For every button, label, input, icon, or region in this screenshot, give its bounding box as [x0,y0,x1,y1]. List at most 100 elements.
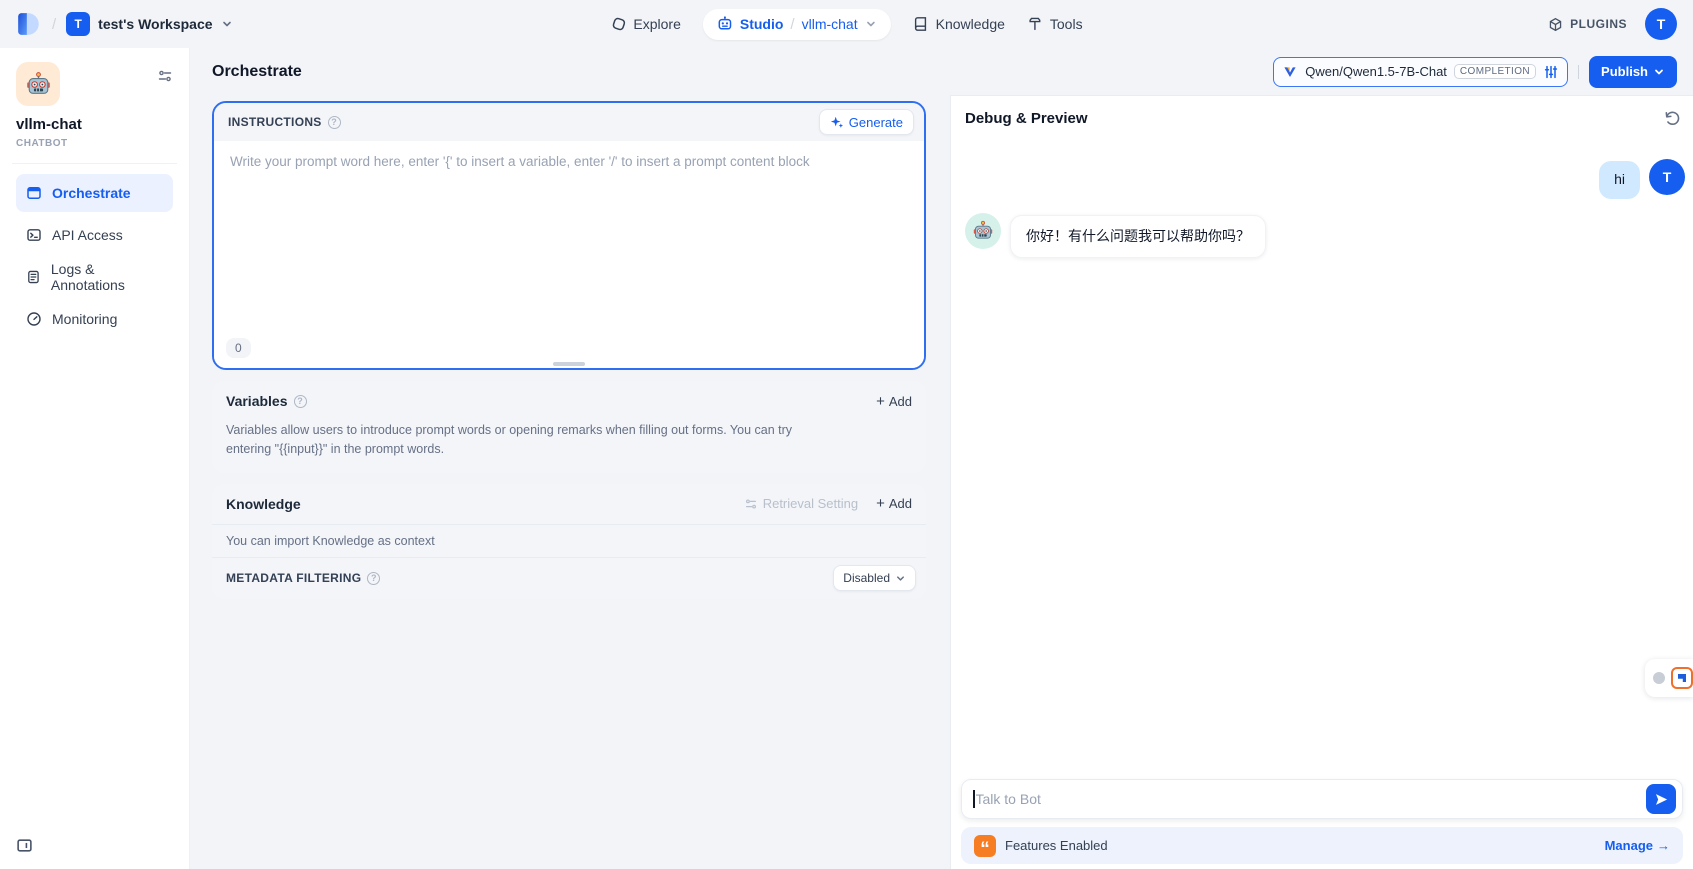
variables-card: Variables ? + Add Variables allow users … [212,381,926,473]
resize-handle[interactable] [553,362,585,366]
features-bar: “ Features Enabled Manage → [961,827,1683,864]
chat-input-box [961,779,1683,819]
tab-studio-label: Studio [740,16,784,32]
sliders-icon [157,68,173,84]
debug-title: Debug & Preview [965,110,1088,127]
sidebar-top [16,62,173,106]
debug-footer: “ Features Enabled Manage → [951,779,1693,869]
tab-studio[interactable]: Studio / vllm-chat [703,9,891,40]
instructions-card: INSTRUCTIONS ? Generate Wr [212,101,926,370]
metadata-title-row: METADATA FILTERING ? [226,571,380,585]
top-nav: / T test's Workspace Explore Studio [0,0,1693,48]
user-chat-avatar: T [1649,159,1685,195]
tab-tools[interactable]: Tools [1027,16,1083,32]
arrow-right-icon: → [1657,838,1670,853]
char-count-badge: 0 [226,338,251,358]
nav-left: / T test's Workspace [16,11,233,37]
manage-label: Manage [1605,838,1653,853]
header-divider [1578,65,1579,79]
sidebar-item-monitoring[interactable]: Monitoring [16,300,173,338]
chevron-down-icon [1653,66,1665,78]
plugins-button[interactable]: PLUGINS [1548,17,1627,32]
sidebar-item-label: API Access [52,227,123,243]
sidebar-item-api-access[interactable]: API Access [16,216,173,254]
add-knowledge-button[interactable]: + Add [876,496,912,511]
model-mode-badge: COMPLETION [1454,64,1536,79]
collapse-sidebar-button[interactable] [16,837,33,859]
help-icon[interactable]: ? [294,395,307,408]
widget-dot-icon [1653,672,1665,684]
metadata-filtering-row: METADATA FILTERING ? Disabled [212,557,926,599]
debug-header: Debug & Preview [951,96,1693,133]
model-name: Qwen/Qwen1.5-7B-Chat [1305,64,1447,79]
sidebar-app-type: CHATBOT [16,138,173,149]
sidebar-item-orchestrate[interactable]: Orchestrate [16,174,173,212]
breadcrumb-slash: / [52,16,56,33]
add-variable-button[interactable]: + Add [876,394,912,409]
variables-description: Variables allow users to introduce promp… [212,421,852,473]
tab-explore[interactable]: Explore [610,16,680,32]
sidebar-item-logs-annotations[interactable]: Logs & Annotations [16,258,173,296]
metadata-filtering-title: METADATA FILTERING [226,571,361,585]
terminal-icon [26,227,42,243]
debug-preview-panel: Debug & Preview hi T [950,95,1693,869]
retrieval-setting-button[interactable]: Retrieval Setting [744,496,858,511]
sidebar-nav: Orchestrate API Access Logs & Annotation… [16,174,173,338]
chat-message-user: hi T [951,133,1693,199]
workspace-avatar: T [66,12,90,36]
tab-tools-label: Tools [1050,16,1083,32]
help-icon[interactable]: ? [328,116,341,129]
variables-title-row: Variables ? [226,393,307,409]
studio-slash: / [790,16,794,33]
instructions-editor[interactable]: Write your prompt word here, enter '{' t… [214,141,924,368]
restart-conversation-button[interactable] [1664,110,1681,127]
plugins-cube-icon [1548,17,1563,32]
knowledge-card: Knowledge Retrieval Setting [212,484,926,599]
robot-emoji-icon [972,220,994,242]
generate-button[interactable]: Generate [819,109,914,135]
vllm-logo-icon [1282,64,1298,80]
knowledge-description: You can import Knowledge as context [212,524,926,557]
plus-icon: + [876,496,885,511]
user-message-bubble: hi [1599,161,1640,199]
tab-knowledge[interactable]: Knowledge [913,16,1005,32]
sidebar-app-name: vllm-chat [16,116,173,133]
workspace-selector[interactable]: T test's Workspace [66,12,232,36]
dify-logo[interactable] [16,11,42,37]
chat-area: hi T [951,133,1693,779]
variables-title: Variables [226,393,288,409]
widget-logo-icon [1671,667,1693,689]
bot-message-bubble: 你好！有什么问题我可以帮助你吗？ [1010,215,1266,259]
help-icon[interactable]: ? [367,572,380,585]
orchestrate-icon [26,185,42,201]
instructions-title: INSTRUCTIONS [228,115,322,129]
model-selector[interactable]: Qwen/Qwen1.5-7B-Chat COMPLETION [1273,57,1568,87]
metadata-filtering-select[interactable]: Disabled [833,565,916,591]
floating-widget[interactable] [1645,659,1693,697]
main-area: Orchestrate Qwen/Qwen1.5-7B-Chat COMPLET… [190,48,1693,869]
generate-label: Generate [849,115,903,130]
sparkles-icon [830,115,844,129]
knowledge-icon [913,16,929,32]
chevron-down-icon [895,573,906,584]
restart-icon [1664,110,1681,127]
instructions-title-row: INSTRUCTIONS ? [228,115,341,129]
manage-features-link[interactable]: Manage → [1605,838,1670,853]
app-settings-button[interactable] [157,68,173,89]
sidebar-item-label: Monitoring [52,311,117,327]
user-avatar[interactable]: T [1645,8,1677,40]
chat-input[interactable] [975,791,1647,807]
send-icon [1654,792,1669,807]
plus-icon: + [876,394,885,409]
chevron-down-icon [221,18,233,30]
tab-knowledge-label: Knowledge [936,16,1005,32]
app-icon[interactable] [16,62,60,106]
nav-center: Explore Studio / vllm-chat Knowledge [610,0,1082,48]
orchestrate-config-column: INSTRUCTIONS ? Generate Wr [190,95,950,869]
publish-button[interactable]: Publish [1589,56,1677,88]
model-tune-icon [1543,64,1559,80]
robot-emoji-icon [25,71,52,98]
sidebar-item-label: Orchestrate [52,185,131,201]
send-button[interactable] [1646,784,1676,814]
main-header: Orchestrate Qwen/Qwen1.5-7B-Chat COMPLET… [190,48,1693,95]
